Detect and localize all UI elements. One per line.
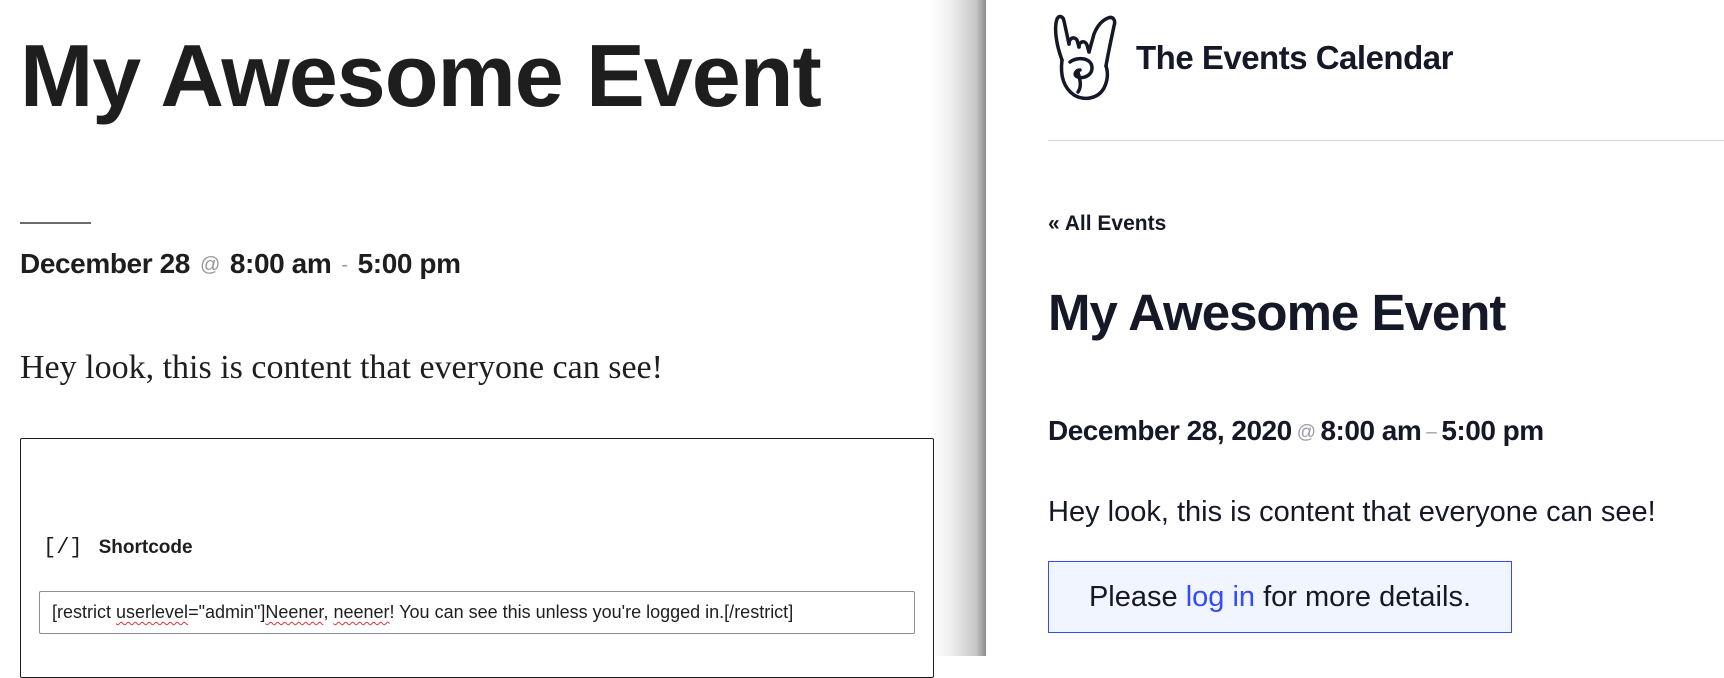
shortcode-text: , [323, 602, 334, 622]
shortcode-text: ="admin"] [188, 602, 266, 622]
restricted-content-notice: Please log in for more details. [1048, 561, 1512, 633]
editor-at-separator: @ [199, 254, 220, 276]
spellcheck-word: userlevel [116, 602, 189, 622]
editor-event-start-time[interactable]: 8:00 am [230, 248, 332, 279]
notice-text-after: for more details. [1255, 580, 1472, 613]
shortcode-text: ! You can see this unless you're logged … [389, 602, 794, 622]
panel-divider-shadow [930, 0, 986, 656]
spellcheck-word: neener [333, 602, 390, 622]
editor-time-dash: - [341, 254, 348, 276]
editor-event-date[interactable]: December 28 [20, 248, 190, 279]
header-divider [1048, 140, 1724, 141]
site-brand-name[interactable]: The Events Calendar [1136, 36, 1453, 80]
log-in-link[interactable]: log in [1186, 581, 1255, 614]
event-content-paragraph: Hey look, this is content that everyone … [1048, 496, 1656, 528]
shortcode-icon: [/] [43, 535, 83, 560]
shortcode-block-header: [/] Shortcode [43, 535, 193, 560]
shortcode-text: [restrict [52, 602, 117, 622]
spellcheck-word: Neener [265, 602, 324, 622]
notice-text-before: Please [1088, 580, 1186, 613]
editor-title-separator [20, 222, 91, 224]
editor-event-end-time[interactable]: 5:00 pm [358, 248, 461, 279]
event-end-time: 5:00 pm [1441, 415, 1544, 446]
editor-event-datetime[interactable]: December 28 @8:00 am -5:00 pm [20, 246, 461, 283]
event-datetime: December 28, 2020 @8:00 am –5:00 pm [1048, 412, 1544, 452]
shortcode-block-label: Shortcode [98, 536, 193, 558]
at-separator: @ [1296, 422, 1316, 443]
editor-panel: My Awesome Event December 28 @8:00 am -5:0… [0, 0, 982, 678]
frontend-panel: The Events Calendar « All Events My Awes… [986, 0, 1724, 656]
event-start-time: 8:00 am [1320, 415, 1422, 446]
time-dash: – [1426, 422, 1437, 443]
rock-hand-icon[interactable] [1048, 14, 1124, 102]
editor-post-title[interactable]: My Awesome Event [20, 16, 822, 136]
event-title: My Awesome Event [1048, 284, 1506, 341]
editor-paragraph-block[interactable]: Hey look, this is content that everyone … [20, 346, 663, 390]
shortcode-input[interactable]: [restrict userlevel="admin"]Neener, neen… [39, 591, 915, 634]
shortcode-block[interactable]: [/] Shortcode [restrict userlevel="admin… [20, 438, 934, 678]
all-events-link[interactable]: « All Events [1048, 210, 1166, 238]
event-date: December 28, 2020 [1048, 415, 1292, 446]
